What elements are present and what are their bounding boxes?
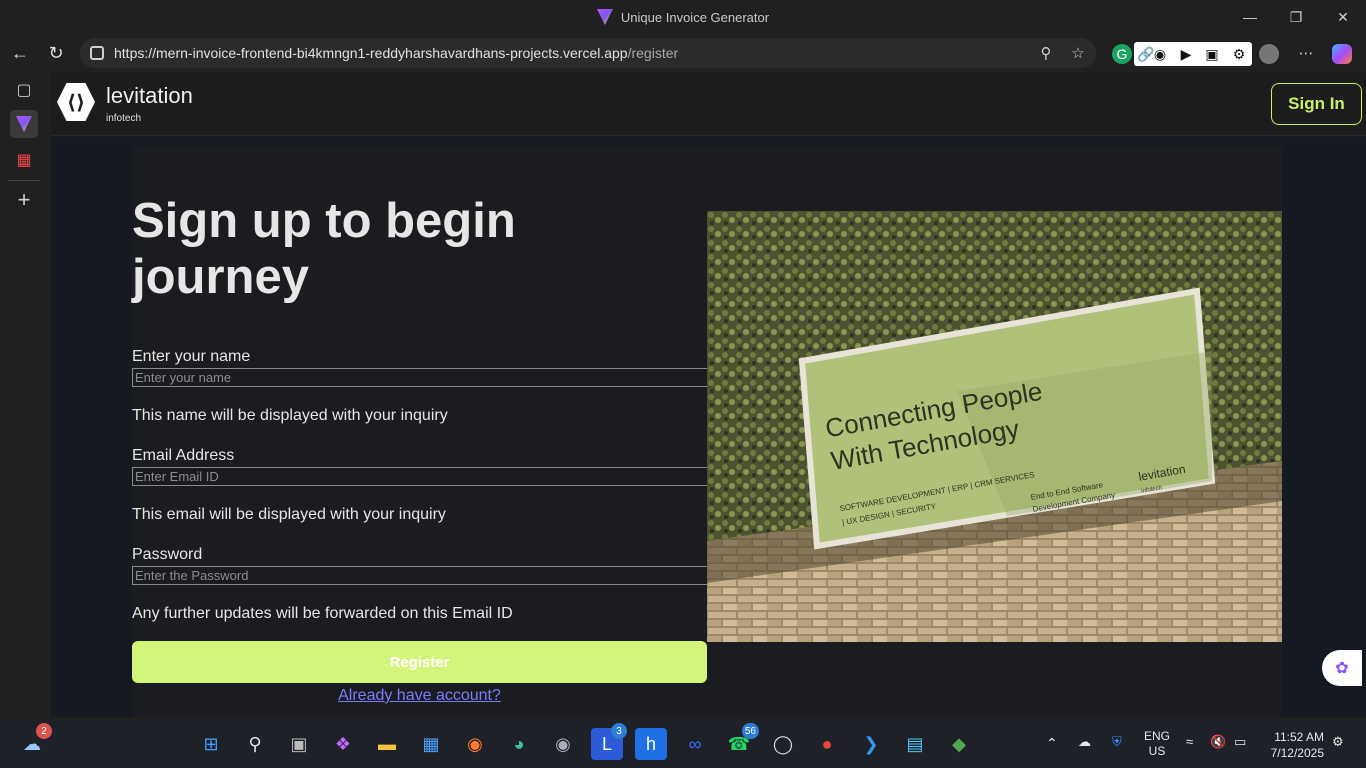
language-indicator[interactable]: ENG US — [1144, 729, 1170, 759]
brand-subtitle: infotech — [106, 113, 142, 124]
battery-icon[interactable]: ▭ — [1234, 734, 1246, 750]
wifi-icon[interactable]: ≈ — [1186, 734, 1193, 749]
pdf-tab-icon[interactable]: ▦ — [10, 146, 38, 174]
file-explorer-icon[interactable]: ▬ — [371, 728, 403, 760]
linear-badge: 3 — [611, 723, 627, 739]
clock-time: 11:52 AM — [1274, 730, 1324, 744]
database-icon[interactable]: ◯ — [767, 728, 799, 760]
restore-button[interactable]: ❐ — [1273, 0, 1319, 34]
volume-muted-icon[interactable]: 🔇 — [1210, 734, 1226, 750]
edge-icon[interactable]: ◕ — [503, 728, 535, 760]
whatsapp-icon[interactable]: ☎ 56 — [723, 723, 759, 760]
billboard-photo: Connecting People With Technology SOFTWA… — [707, 211, 1282, 642]
clock[interactable]: 11:52 AM 7/12/2025 — [1262, 729, 1324, 761]
favorite-star-icon[interactable]: ☆ — [1068, 43, 1088, 63]
billboard-illustration: Connecting People With Technology SOFTWA… — [707, 211, 1282, 642]
signup-card: Sign up to begin journey Enter your name… — [132, 146, 1282, 717]
email-help-text: This email will be displayed with your i… — [132, 506, 446, 523]
copilot-float-icon[interactable]: ✿ — [1322, 650, 1362, 686]
web-page: ⟨⟩ levitation infotech Sign In Sign up t… — [51, 72, 1366, 717]
brand-name: levitation — [106, 83, 193, 108]
wakatime-icon[interactable]: ∞ — [679, 728, 711, 760]
firefox-icon[interactable]: ◉ — [459, 728, 491, 760]
content-area: Sign up to begin journey Enter your name… — [51, 137, 1366, 717]
address-bar[interactable]: https://mern-invoice-frontend-bi4kmngn1-… — [80, 38, 1096, 68]
whatsapp-badge: 56 — [741, 723, 759, 739]
new-tab-icon[interactable]: + — [10, 186, 38, 214]
linear-icon[interactable]: L3 — [591, 723, 627, 760]
hashnode-icon[interactable]: h — [635, 728, 667, 760]
window-titlebar: Unique Invoice Generator — [0, 0, 1366, 34]
grammarly-icon[interactable]: G — [1112, 44, 1132, 64]
onedrive-icon[interactable]: ☁ — [1078, 734, 1091, 750]
page-title: Sign up to begin journey — [132, 194, 516, 304]
lock-icon — [90, 46, 104, 60]
sidebar-divider — [8, 180, 40, 181]
minimize-button[interactable]: — — [1227, 0, 1273, 34]
video-icon[interactable]: ▶ — [1176, 44, 1196, 64]
name-input[interactable] — [132, 368, 708, 387]
language-line-1: ENG — [1144, 729, 1171, 743]
name-help-text: This name will be displayed with your in… — [132, 407, 448, 424]
task-view-icon[interactable]: ▣ — [283, 728, 315, 760]
password-input[interactable] — [132, 566, 708, 585]
chrome-icon[interactable]: ● — [811, 728, 843, 760]
defender-icon[interactable]: ⛨ — [1112, 734, 1122, 750]
mongodb-icon[interactable]: ◆ — [943, 728, 975, 760]
copilot-taskbar-icon[interactable]: ❖ — [327, 728, 359, 760]
sign-in-button[interactable]: Sign In — [1271, 83, 1362, 125]
close-window-button[interactable]: ✕ — [1320, 0, 1366, 34]
email-label: Email Address — [132, 447, 235, 464]
url-host: https://mern-invoice-frontend-bi4kmngn1-… — [114, 45, 628, 61]
profile-avatar[interactable] — [1259, 44, 1279, 64]
back-button[interactable]: ← — [6, 40, 34, 66]
key-icon[interactable]: ⚲ — [1036, 43, 1056, 63]
search-icon[interactable]: ⚲ — [239, 728, 271, 760]
brand-logo-icon[interactable]: ⟨⟩ — [57, 83, 95, 121]
register-button[interactable]: Register — [132, 641, 707, 683]
notepad-icon[interactable]: ▤ — [899, 728, 931, 760]
tray-overflow-icon[interactable]: ⌃ — [1046, 735, 1058, 752]
camera-icon[interactable]: ◉ — [1150, 44, 1170, 64]
app-logo-icon — [596, 9, 613, 25]
window-icon[interactable]: ▣ — [1202, 44, 1222, 64]
weather-badge: 2 — [36, 723, 52, 739]
url-path: /register — [627, 45, 679, 61]
tab-favicon-icon — [16, 116, 32, 132]
refresh-button[interactable]: ↻ — [42, 40, 70, 66]
password-help-text: Any further updates will be forwarded on… — [132, 605, 513, 622]
start-icon[interactable]: ⊞ — [195, 728, 227, 760]
store-icon[interactable]: ▦ — [415, 728, 447, 760]
notifications-icon[interactable]: ⚙ — [1332, 734, 1344, 750]
vscode-icon[interactable]: ❯ — [855, 728, 887, 760]
language-line-2: US — [1148, 744, 1166, 758]
app-header: ⟨⟩ levitation infotech Sign In — [51, 72, 1366, 136]
already-have-account-link[interactable]: Already have account? — [132, 687, 707, 705]
copilot-icon[interactable] — [1332, 44, 1352, 64]
settings-gear-icon[interactable]: ⚙ — [1229, 44, 1249, 64]
name-label: Enter your name — [132, 348, 251, 365]
window-title: Unique Invoice Generator — [620, 9, 770, 25]
weather-icon[interactable]: ☁ 2 — [16, 723, 52, 760]
more-menu-icon[interactable]: ⋯ — [1296, 43, 1316, 63]
vertical-tab-active[interactable] — [10, 110, 38, 138]
tab-actions-icon[interactable]: ▢ — [10, 76, 38, 104]
camera-app-icon[interactable]: ◉ — [547, 728, 579, 760]
email-input[interactable] — [132, 467, 708, 486]
password-label: Password — [132, 546, 203, 563]
clock-date: 7/12/2025 — [1270, 746, 1324, 760]
